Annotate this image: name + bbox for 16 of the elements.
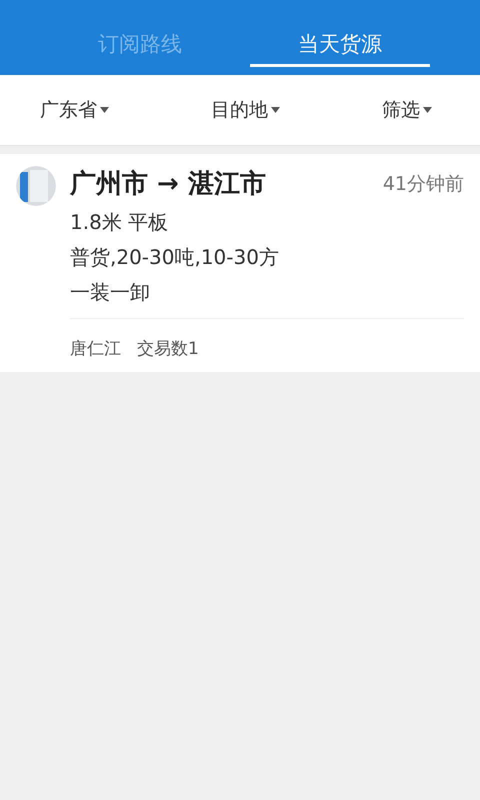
shipper-name: 唐仁江 [70, 338, 121, 360]
avatar-icon [16, 166, 56, 206]
handling-text: 一装一卸 [70, 279, 151, 306]
trade-count: 交易数1 [137, 338, 199, 360]
caret-icon [423, 107, 432, 113]
tab[interactable]: 当天货源 [250, 30, 430, 67]
caret-icon [100, 107, 109, 113]
listing-card[interactable]: 广州市 → 湛江市 41分钟前 1.8米 平板 普货,20-30吨,10-30方 一装一卸 唐仁江 交易数1 [0, 154, 480, 372]
vehicle-text: 1.8米 平板 [70, 209, 170, 236]
cargo-text: 普货,20-30吨,10-30方 [70, 244, 280, 271]
post-time: 41分钟前 [382, 172, 464, 196]
filter-dropdown[interactable]: 筛选 [382, 97, 420, 123]
filter-dropdown[interactable]: 广东省 [40, 97, 97, 123]
filter-dropdown[interactable]: 目的地 [211, 97, 268, 123]
caret-icon [271, 107, 280, 113]
route-text: 广州市 → 湛江市 [70, 168, 266, 201]
